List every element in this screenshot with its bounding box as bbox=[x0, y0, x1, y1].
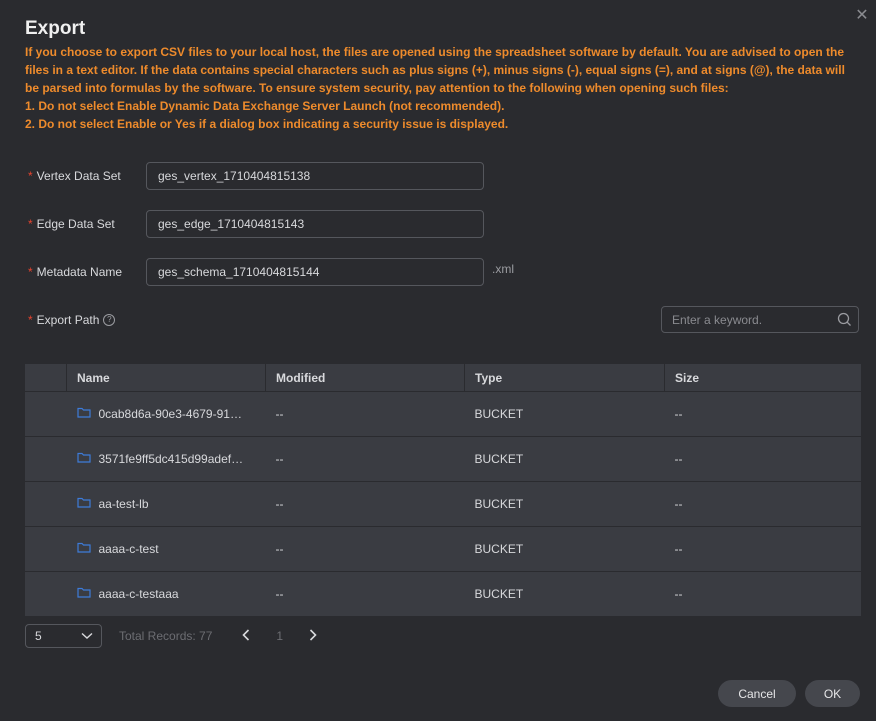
size-cell: -- bbox=[664, 391, 861, 437]
metadata-label-text: Metadata Name bbox=[36, 265, 123, 279]
name-cell: aaaa-c-test bbox=[66, 526, 266, 572]
search-icon[interactable] bbox=[837, 312, 852, 332]
name-cell: 3571fe9ff5dc415d99adef8… bbox=[66, 436, 266, 482]
folder-icon bbox=[76, 497, 91, 511]
metadata-name-field[interactable] bbox=[146, 258, 484, 286]
bucket-name-link[interactable]: 0cab8d6a-90e3-4679-915… bbox=[99, 407, 249, 421]
required-mark: * bbox=[28, 169, 33, 183]
name-cell-content: aaaa-c-test bbox=[76, 542, 256, 556]
name-cell-content: aaaa-c-testaaa bbox=[76, 587, 256, 601]
name-cell: aa-test-lb bbox=[66, 481, 266, 527]
required-mark: * bbox=[28, 265, 33, 279]
vertex-data-set-field[interactable] bbox=[146, 162, 484, 190]
vertex-label: * Vertex Data Set bbox=[28, 169, 146, 183]
column-header-name[interactable]: Name bbox=[66, 364, 266, 392]
size-cell: -- bbox=[664, 481, 861, 527]
modified-cell: -- bbox=[265, 391, 465, 437]
column-header-modified[interactable]: Modified bbox=[265, 364, 465, 392]
current-page: 1 bbox=[276, 629, 284, 643]
bucket-table: Name Modified Type Size 0cab8d6a-90e3-46… bbox=[25, 364, 861, 616]
modified-cell: -- bbox=[265, 481, 465, 527]
size-cell: -- bbox=[664, 526, 861, 572]
required-mark: * bbox=[28, 217, 33, 231]
size-cell: -- bbox=[664, 571, 861, 616]
edge-label-text: Edge Data Set bbox=[36, 217, 115, 231]
vertex-label-text: Vertex Data Set bbox=[36, 169, 121, 183]
edge-label: * Edge Data Set bbox=[28, 217, 146, 231]
type-cell: BUCKET bbox=[464, 526, 665, 572]
modified-cell: -- bbox=[265, 571, 465, 616]
export-path-label-text: Export Path bbox=[36, 313, 100, 327]
folder-icon bbox=[76, 587, 91, 601]
notice-paragraph: If you choose to export CSV files to you… bbox=[25, 45, 845, 95]
metadata-suffix: .xml bbox=[492, 262, 514, 276]
type-cell: BUCKET bbox=[464, 571, 665, 616]
cancel-button[interactable]: Cancel bbox=[718, 680, 796, 707]
metadata-label: * Metadata Name bbox=[28, 265, 146, 279]
size-cell: -- bbox=[664, 436, 861, 482]
table-row[interactable]: aaaa-c-testaaa -- BUCKET -- bbox=[25, 571, 861, 616]
metadata-row: * Metadata Name .xml bbox=[28, 258, 514, 286]
bucket-name-link[interactable]: 3571fe9ff5dc415d99adef8… bbox=[99, 452, 249, 466]
page-size-select[interactable]: 5 bbox=[25, 624, 102, 648]
total-records: Total Records: 77 bbox=[119, 629, 213, 643]
bucket-name-link[interactable]: aa-test-lb bbox=[99, 497, 149, 511]
previous-page-icon[interactable] bbox=[242, 628, 250, 644]
folder-icon bbox=[76, 542, 91, 556]
edge-row: * Edge Data Set bbox=[28, 210, 484, 238]
security-notice: If you choose to export CSV files to you… bbox=[25, 43, 855, 133]
row-select-cell[interactable] bbox=[25, 526, 67, 572]
chevron-down-icon bbox=[81, 629, 93, 643]
name-cell-content: 3571fe9ff5dc415d99adef8… bbox=[76, 452, 256, 466]
table-row[interactable]: 0cab8d6a-90e3-4679-915… -- BUCKET -- bbox=[25, 391, 861, 437]
bucket-name-link[interactable]: aaaa-c-test bbox=[99, 542, 159, 556]
export-path-row: * Export Path ? bbox=[28, 306, 146, 334]
row-select-cell[interactable] bbox=[25, 571, 67, 616]
row-select-cell[interactable] bbox=[25, 436, 67, 482]
name-cell-content: aa-test-lb bbox=[76, 497, 256, 511]
row-select-cell[interactable] bbox=[25, 391, 67, 437]
name-cell: aaaa-c-testaaa bbox=[66, 571, 266, 616]
modified-cell: -- bbox=[265, 436, 465, 482]
bucket-name-link[interactable]: aaaa-c-testaaa bbox=[99, 587, 179, 601]
folder-icon bbox=[76, 452, 91, 466]
keyword-search bbox=[661, 306, 859, 333]
required-mark: * bbox=[28, 313, 33, 327]
search-input[interactable] bbox=[662, 307, 852, 332]
column-header-size[interactable]: Size bbox=[664, 364, 861, 392]
type-cell: BUCKET bbox=[464, 391, 665, 437]
export-path-label: * Export Path ? bbox=[28, 313, 146, 327]
close-icon[interactable]: ✕ bbox=[852, 6, 872, 26]
pagination: 5 Total Records: 77 1 bbox=[25, 624, 317, 648]
ok-button[interactable]: OK bbox=[805, 680, 860, 707]
edge-data-set-field[interactable] bbox=[146, 210, 484, 238]
type-cell: BUCKET bbox=[464, 436, 665, 482]
select-column-header bbox=[25, 364, 67, 392]
dialog-title: Export bbox=[25, 18, 86, 39]
export-dialog: Export ✕ If you choose to export CSV fil… bbox=[0, 0, 876, 721]
folder-icon bbox=[76, 407, 91, 421]
type-cell: BUCKET bbox=[464, 481, 665, 527]
vertex-row: * Vertex Data Set bbox=[28, 162, 484, 190]
table-header-row: Name Modified Type Size bbox=[25, 364, 861, 392]
name-cell: 0cab8d6a-90e3-4679-915… bbox=[66, 391, 266, 437]
notice-item-1: 1. Do not select Enable Dynamic Data Exc… bbox=[25, 99, 505, 113]
table-row[interactable]: 3571fe9ff5dc415d99adef8… -- BUCKET -- bbox=[25, 436, 861, 482]
column-header-type[interactable]: Type bbox=[464, 364, 665, 392]
name-cell-content: 0cab8d6a-90e3-4679-915… bbox=[76, 407, 256, 421]
page-size-value: 5 bbox=[35, 629, 42, 643]
notice-item-2: 2. Do not select Enable or Yes if a dial… bbox=[25, 117, 509, 131]
table-row[interactable]: aaaa-c-test -- BUCKET -- bbox=[25, 526, 861, 572]
modified-cell: -- bbox=[265, 526, 465, 572]
table-row[interactable]: aa-test-lb -- BUCKET -- bbox=[25, 481, 861, 527]
help-icon[interactable]: ? bbox=[103, 314, 116, 326]
next-page-icon[interactable] bbox=[309, 628, 317, 644]
row-select-cell[interactable] bbox=[25, 481, 67, 527]
